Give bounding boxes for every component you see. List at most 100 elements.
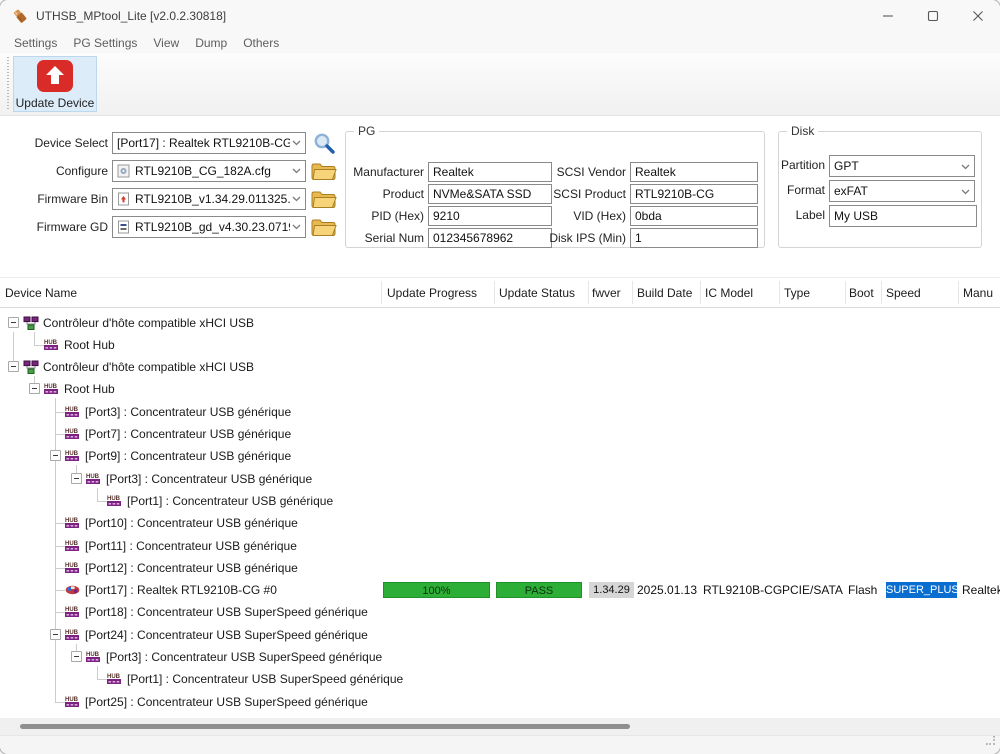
hub-icon: HUB — [65, 605, 80, 623]
tree-item-label: Root Hub — [64, 334, 115, 356]
menu-item-others[interactable]: Others — [235, 36, 287, 50]
tree-expander-minus[interactable] — [8, 361, 19, 372]
gd-file-icon — [117, 220, 131, 234]
tree-connector-dash — [97, 501, 107, 502]
grid-header: Device Name Update Progress Update Status f… — [0, 277, 1000, 308]
maximize-icon — [927, 10, 939, 22]
tree-item[interactable]: HUB[Port7] : Concentrateur USB générique — [0, 423, 1000, 445]
tree-item-label: [Port3] : Concentrateur USB générique — [106, 468, 312, 490]
tree-item[interactable]: HUB[Port1] : Concentrateur USB générique — [0, 490, 1000, 512]
menu-item-pg-settings[interactable]: PG Settings — [65, 36, 145, 50]
form-label-firmware-bin: Firmware Bin — [10, 188, 108, 210]
tree-item[interactable]: HUB[Port3] : Concentrateur USB générique — [0, 401, 1000, 423]
maximize-button[interactable] — [910, 0, 955, 32]
tree-expander-minus[interactable] — [50, 629, 61, 640]
update-device-button[interactable]: Update Device — [13, 56, 97, 112]
hub-icon: HUB — [44, 338, 59, 356]
manu-cell: Realtek — [962, 579, 1000, 601]
column-header-fwver[interactable]: fwver — [592, 278, 621, 309]
tree-item[interactable]: HUB[Port1] : Concentrateur USB SuperSpee… — [0, 668, 1000, 690]
combo-format[interactable]: exFAT — [829, 180, 975, 202]
combo-firmware-gd[interactable]: RTL9210B_gd_v4.30.23.071922.bin — [112, 216, 306, 238]
chevron-down-icon[interactable] — [292, 140, 301, 146]
tree-item-label: [Port1] : Concentrateur USB générique — [127, 490, 333, 512]
field-label: Serial Num — [346, 228, 424, 248]
update-device-label: Update Device — [16, 96, 95, 110]
field-input[interactable] — [630, 228, 758, 248]
tree-item[interactable]: HUB [Port3] : Concentrateur USB générique — [0, 468, 1000, 490]
tree-item[interactable]: HUB[Port9] : Concentrateur USB générique — [0, 445, 1000, 467]
browse-firmware-gd-button[interactable] — [310, 214, 338, 240]
tree-item[interactable]: Contrôleur d'hôte compatible xHCI USB — [0, 356, 1000, 378]
field-input[interactable] — [630, 162, 758, 182]
menu-item-view[interactable]: View — [145, 36, 187, 50]
combo-device-select[interactable]: [Port17] : Realtek RTL9210B-CG #0 — [112, 132, 306, 154]
combo-configure[interactable]: RTL9210B_CG_182A.cfg — [112, 160, 306, 182]
browse-firmware-bin-button[interactable] — [310, 186, 338, 212]
field-input[interactable] — [630, 206, 758, 226]
chevron-down-icon[interactable] — [292, 196, 301, 202]
tree-item-label: [Port7] : Concentrateur USB générique — [85, 423, 291, 445]
column-header-boot[interactable]: Boot — [849, 278, 874, 309]
chevron-down-icon[interactable] — [961, 184, 970, 198]
menu-item-settings[interactable]: Settings — [6, 36, 65, 50]
tree-item[interactable]: HUB[Port10] : Concentrateur USB génériqu… — [0, 512, 1000, 534]
toolbar-gripper[interactable] — [7, 57, 9, 111]
tree-item[interactable]: HUBRoot Hub — [0, 378, 1000, 400]
column-header-update-status[interactable]: Update Status — [499, 278, 575, 309]
tree-expander-minus[interactable] — [29, 383, 40, 394]
resize-grip-icon[interactable] — [986, 733, 996, 751]
tree-expander-minus[interactable] — [71, 473, 82, 484]
tree-item[interactable]: HUB Root Hub — [0, 334, 1000, 356]
scrollbar-thumb[interactable] — [20, 724, 630, 729]
hub-icon: HUB — [86, 472, 101, 490]
tree-connector-line — [55, 398, 56, 702]
tree-item[interactable]: HUB[Port12] : Concentrateur USB génériqu… — [0, 557, 1000, 579]
column-header-ic-model[interactable]: IC Model — [705, 278, 753, 309]
form-label-firmware-gd: Firmware GD — [10, 216, 108, 238]
tree-item[interactable]: [Port17] : Realtek RTL9210B-CG #0100%PAS… — [0, 579, 1000, 601]
hub-icon: HUB — [65, 405, 80, 423]
tree-item[interactable]: HUB[Port11] : Concentrateur USB génériqu… — [0, 535, 1000, 557]
combo-firmware-bin[interactable]: RTL9210B_v1.34.29.011325.bin — [112, 188, 306, 210]
field-label: SCSI Vendor — [496, 162, 626, 182]
tree-item[interactable]: HUB[Port24] : Concentrateur USB SuperSpe… — [0, 624, 1000, 646]
tree-expander-minus[interactable] — [50, 450, 61, 461]
field-input[interactable] — [630, 184, 758, 204]
chevron-down-icon[interactable] — [292, 168, 301, 174]
tree-item[interactable]: HUB[Port18] : Concentrateur USB SuperSpe… — [0, 601, 1000, 623]
tree-item[interactable]: HUB[Port25] : Concentrateur USB SuperSpe… — [0, 691, 1000, 713]
combo-value: RTL9210B_v1.34.29.011325.bin — [135, 192, 290, 206]
tree-item-label: Contrôleur d'hôte compatible xHCI USB — [43, 312, 254, 334]
tree-item[interactable]: HUB[Port3] : Concentrateur USB SuperSpee… — [0, 646, 1000, 668]
combo-partition[interactable]: GPT — [829, 155, 975, 177]
update-device-icon — [37, 60, 73, 92]
column-header-build-date[interactable]: Build Date — [637, 278, 692, 309]
toolbar: Update Device — [0, 53, 1000, 116]
tree-item[interactable]: Contrôleur d'hôte compatible xHCI USB — [0, 312, 1000, 334]
statusbar — [0, 735, 1000, 754]
titlebar[interactable]: UTHSB_MPtool_Lite [v2.0.2.30818] — [0, 0, 1000, 32]
browse-configure-button[interactable] — [310, 158, 338, 184]
column-header-update-progress[interactable]: Update Progress — [387, 278, 477, 309]
build-date-cell: 2025.01.13 — [637, 579, 697, 601]
horizontal-scrollbar[interactable] — [0, 718, 1000, 735]
menu-item-dump[interactable]: Dump — [187, 36, 235, 50]
search-device-button[interactable] — [310, 130, 338, 156]
ic-model-cell: RTL9210B-CG — [703, 579, 782, 601]
column-header-speed[interactable]: Speed — [886, 278, 921, 309]
column-separator — [632, 281, 633, 304]
column-header-type[interactable]: Type — [784, 278, 810, 309]
chevron-down-icon[interactable] — [961, 159, 970, 173]
close-button[interactable] — [955, 0, 1000, 32]
minimize-button[interactable] — [865, 0, 910, 32]
column-header-manu[interactable]: Manu — [963, 278, 993, 309]
chevron-down-icon[interactable] — [292, 224, 301, 230]
disk-label-input[interactable] — [829, 205, 977, 227]
tree-expander-minus[interactable] — [8, 317, 19, 328]
tree-expander-minus[interactable] — [71, 651, 82, 662]
progress-bar: 100% — [383, 582, 490, 598]
hub-icon: HUB — [44, 382, 59, 400]
column-header-device-name[interactable]: Device Name — [5, 278, 77, 309]
disk-group-title: Disk — [787, 124, 818, 138]
